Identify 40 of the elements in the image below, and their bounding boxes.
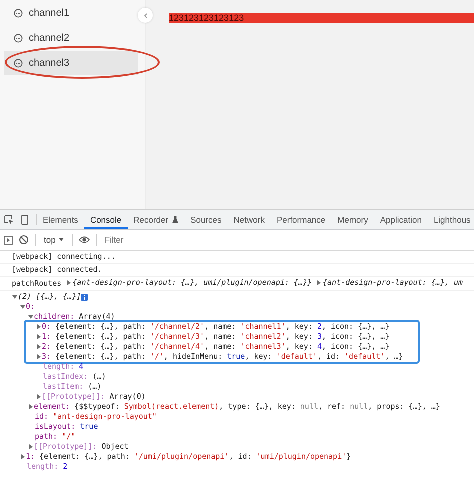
disclosure-triangle-icon[interactable] xyxy=(36,324,42,330)
caret-icon xyxy=(58,238,64,242)
eye-icon[interactable] xyxy=(78,236,90,244)
device-icon[interactable] xyxy=(21,214,29,224)
devtools-tab[interactable]: Memory xyxy=(332,212,374,229)
filter-field[interactable]: Filter xyxy=(102,233,227,247)
inspect-icon[interactable] xyxy=(4,214,14,224)
disclosure-triangle-icon[interactable] xyxy=(28,404,34,410)
chat-icon xyxy=(14,8,23,18)
disclosure-triangle-icon[interactable] xyxy=(12,294,18,300)
devtools-tab[interactable]: Sources xyxy=(184,212,228,229)
devtools-tab[interactable]: Elements xyxy=(37,212,84,229)
menu-item[interactable]: channel1 xyxy=(4,1,138,25)
disclosure-triangle-icon[interactable] xyxy=(36,354,42,360)
banner-bar: 123123123123123 xyxy=(169,13,474,23)
disclosure-triangle-icon[interactable] xyxy=(36,394,42,400)
disclosure-triangle-icon[interactable] xyxy=(36,344,42,350)
disclosure-triangle-icon[interactable] xyxy=(20,454,26,460)
chevron-left-icon xyxy=(142,12,148,18)
clear-icon[interactable] xyxy=(19,235,29,245)
info-icon[interactable] xyxy=(81,294,88,300)
context-selector[interactable]: top xyxy=(42,235,66,245)
disclosure-triangle-icon[interactable] xyxy=(36,334,42,340)
sidebar-toggle-icon[interactable] xyxy=(4,236,13,244)
flask-icon xyxy=(172,216,179,224)
devtools-tab[interactable]: Recorder xyxy=(128,212,185,229)
devtools-tab[interactable]: Console xyxy=(84,212,128,229)
disclosure-triangle-icon[interactable] xyxy=(28,314,34,320)
devtools-tab[interactable]: Lighthous xyxy=(428,212,474,229)
devtools-tab[interactable]: Network xyxy=(228,212,271,229)
disclosure-triangle-icon[interactable] xyxy=(20,304,26,310)
chat-icon xyxy=(14,34,23,42)
devtools-tab[interactable]: Application xyxy=(374,212,428,229)
devtools-tab[interactable]: Performance xyxy=(270,212,332,229)
menu-item[interactable]: channel3 xyxy=(4,51,138,75)
disclosure-triangle-icon[interactable] xyxy=(28,444,34,450)
chat-icon xyxy=(14,58,23,68)
disclosure-triangle-icon[interactable] xyxy=(316,280,322,286)
disclosure-triangle-icon[interactable] xyxy=(66,280,72,286)
menu-item[interactable]: channel2 xyxy=(4,26,138,50)
